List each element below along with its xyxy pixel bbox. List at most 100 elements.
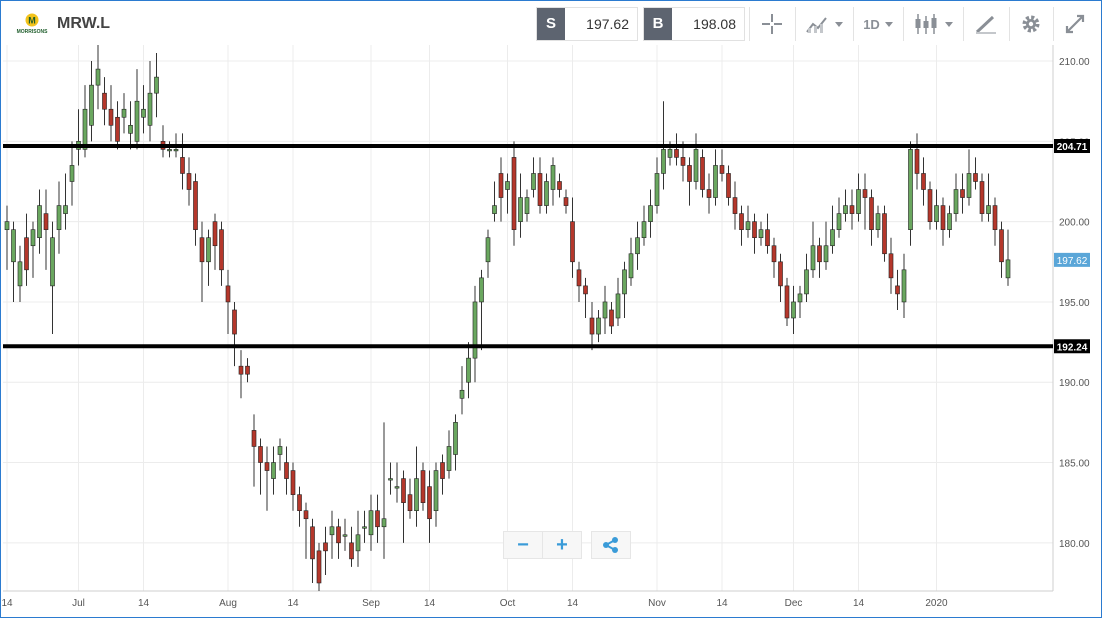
candle-body — [375, 510, 380, 528]
zoom-out-button[interactable]: − — [503, 531, 543, 559]
morrisons-logo: M MORRISONS — [17, 13, 49, 35]
candle-body — [186, 173, 192, 190]
zoom-in-button[interactable]: + — [542, 531, 582, 559]
chart-type-button[interactable] — [907, 7, 959, 41]
candle-body — [381, 518, 387, 528]
fullscreen-button[interactable] — [1057, 7, 1093, 41]
x-tick-label: 14 — [287, 598, 299, 609]
candle-body — [654, 173, 660, 206]
candle-body — [271, 462, 276, 479]
buy-price-button[interactable]: B 198.08 — [643, 7, 745, 41]
candle-body — [745, 221, 751, 230]
candle-body — [37, 205, 42, 239]
candle-body — [674, 149, 679, 158]
candle-body — [82, 108, 88, 150]
candle-body — [427, 486, 432, 520]
candle-body — [537, 173, 543, 206]
candle-body — [875, 213, 881, 230]
timeframe-button[interactable]: 1D — [857, 7, 899, 41]
compare-button[interactable] — [799, 7, 849, 41]
candle-body — [544, 181, 549, 206]
candle-body — [849, 205, 855, 214]
candle-body — [557, 181, 562, 190]
x-tick-label: Sep — [362, 598, 380, 609]
x-tick-label: 14 — [567, 598, 579, 609]
candle-body — [511, 157, 517, 230]
candle-body — [518, 197, 523, 222]
candle-body — [667, 149, 673, 158]
svg-text:MORRISONS: MORRISONS — [17, 29, 49, 35]
candle-body — [141, 108, 146, 118]
candle-body — [95, 68, 101, 86]
price-chart[interactable]: 180.00185.00190.00195.00200.00205.00210.… — [1, 45, 1101, 615]
candle-body — [973, 173, 978, 182]
crosshair-icon — [762, 14, 782, 34]
candle-body — [570, 221, 575, 263]
candle-body — [446, 446, 452, 471]
buy-price: 198.08 — [693, 16, 736, 32]
candle-body — [401, 478, 406, 503]
candle-body — [1005, 259, 1011, 279]
candle-body — [4, 221, 10, 230]
drawing-tools-button[interactable] — [967, 7, 1005, 41]
crosshair-button[interactable] — [753, 7, 791, 41]
candle-body — [89, 84, 94, 126]
candle-body — [804, 269, 809, 295]
y-tick-label: 210.00 — [1059, 57, 1090, 68]
candle-body — [615, 293, 621, 319]
candle-body — [433, 470, 439, 512]
candle-body — [583, 285, 588, 295]
candle-body — [180, 157, 185, 174]
candle-body — [856, 189, 861, 214]
candle-body — [648, 205, 653, 222]
candle-body — [563, 197, 569, 206]
candle-body — [752, 221, 757, 239]
candle-body — [115, 116, 120, 142]
sell-price-button[interactable]: S 197.62 — [536, 7, 638, 41]
candle-body — [771, 245, 777, 263]
candle-body — [784, 285, 790, 319]
candle-body — [921, 173, 926, 190]
candle-body — [934, 205, 939, 222]
candle-body — [908, 149, 913, 230]
candle-body — [888, 253, 894, 279]
x-tick-label: Dec — [785, 598, 803, 609]
settings-button[interactable] — [1013, 7, 1049, 41]
buy-label: B — [644, 8, 672, 40]
candle-body — [108, 108, 114, 126]
candle-body — [362, 526, 367, 529]
candle-body — [277, 446, 283, 455]
candle-body — [258, 446, 263, 463]
candle-body — [778, 261, 783, 287]
timeframe-label: 1D — [863, 16, 880, 32]
candle-body — [940, 205, 946, 230]
candle-body — [823, 245, 829, 263]
candle-body — [193, 181, 198, 230]
candle-body — [550, 165, 556, 190]
candle-body — [199, 237, 205, 263]
candlestick-type-icon — [915, 14, 936, 34]
candle-body — [30, 229, 36, 247]
candle-body — [245, 365, 250, 375]
share-icon — [603, 537, 618, 553]
candle-body — [609, 309, 614, 327]
candle-body — [758, 229, 764, 239]
y-tick-label: 200.00 — [1059, 218, 1090, 229]
candle-body — [531, 173, 536, 190]
candle-body — [895, 285, 900, 295]
plus-icon: + — [556, 534, 568, 556]
candle-body — [212, 221, 218, 247]
x-tick-label: Aug — [219, 598, 237, 609]
candle-body — [576, 269, 582, 287]
candle-body — [927, 189, 933, 222]
candle-body — [830, 229, 835, 247]
candle-body — [843, 205, 848, 214]
share-button[interactable] — [591, 531, 631, 559]
current-price-label: 197.62 — [1057, 256, 1088, 267]
candle-body — [368, 510, 374, 536]
candle-body — [524, 197, 530, 214]
candle-body — [316, 550, 322, 584]
candle-body — [336, 526, 341, 544]
drawing-icon — [975, 15, 996, 34]
candle-body — [472, 301, 478, 359]
